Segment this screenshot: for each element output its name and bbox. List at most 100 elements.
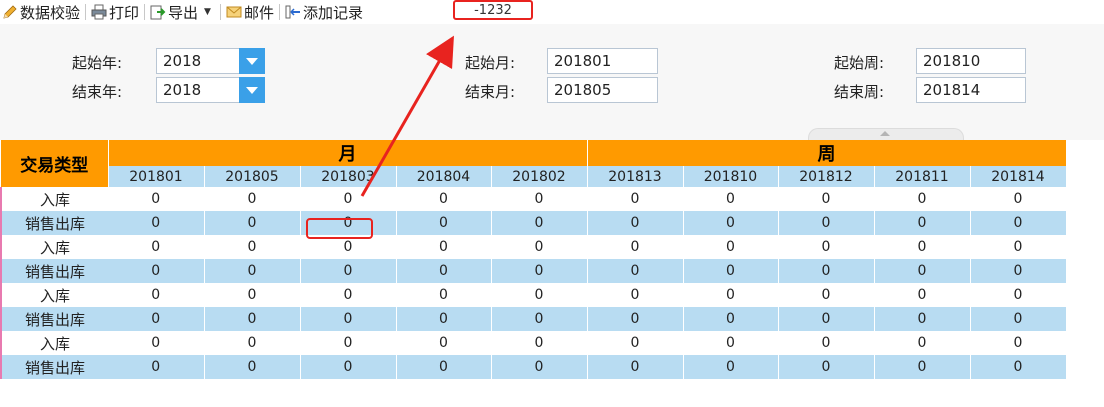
table-cell[interactable]: 0: [970, 211, 1067, 235]
table-cell[interactable]: 0: [683, 331, 779, 355]
start-month-label: 起始月:: [465, 54, 516, 72]
column-header: 201801: [108, 166, 205, 187]
table-cell[interactable]: 0: [108, 331, 205, 355]
table-cell[interactable]: 0: [778, 355, 875, 379]
table-cell[interactable]: 0: [491, 331, 588, 355]
export-button[interactable]: 导出 ▼: [148, 1, 217, 23]
table-cell[interactable]: 0: [396, 235, 492, 259]
table-cell[interactable]: 0: [874, 187, 971, 211]
table-cell[interactable]: 0: [778, 211, 875, 235]
table-cell[interactable]: 0: [396, 307, 492, 331]
table-cell[interactable]: 0: [683, 211, 779, 235]
table-cell[interactable]: 0: [778, 331, 875, 355]
table-cell[interactable]: 0: [683, 307, 779, 331]
table-cell[interactable]: 0: [491, 235, 588, 259]
dropdown-arrow-icon[interactable]: [239, 48, 265, 74]
table-cell[interactable]: 0: [108, 211, 205, 235]
table-cell[interactable]: 0: [396, 211, 492, 235]
table-cell[interactable]: 0: [396, 331, 492, 355]
table-cell[interactable]: 0: [300, 355, 397, 379]
table-cell[interactable]: 0: [778, 187, 875, 211]
table-cell[interactable]: 0: [108, 235, 205, 259]
table-cell[interactable]: 0: [204, 283, 301, 307]
end-month-input[interactable]: 201805: [547, 77, 658, 103]
chevron-down-icon[interactable]: ▼: [204, 7, 211, 17]
table-cell[interactable]: 0: [491, 307, 588, 331]
table-cell[interactable]: 0: [108, 307, 205, 331]
table-cell[interactable]: 0: [874, 283, 971, 307]
table-cell[interactable]: 0: [874, 211, 971, 235]
table-cell[interactable]: 0: [491, 211, 588, 235]
table-cell[interactable]: 0: [396, 259, 492, 283]
table-cell[interactable]: 0: [683, 259, 779, 283]
table-cell[interactable]: 0: [587, 187, 684, 211]
table-cell[interactable]: 0: [970, 259, 1067, 283]
table-cell[interactable]: 0: [874, 355, 971, 379]
table-cell[interactable]: 0: [874, 259, 971, 283]
table-cell[interactable]: 0: [778, 307, 875, 331]
table-cell[interactable]: 0: [778, 259, 875, 283]
table-cell[interactable]: 0: [204, 307, 301, 331]
table-cell[interactable]: 0: [108, 187, 205, 211]
table-cell[interactable]: 0: [204, 187, 301, 211]
table-cell[interactable]: 0: [108, 259, 205, 283]
table-cell[interactable]: 0: [108, 355, 205, 379]
table-cell[interactable]: 0: [396, 355, 492, 379]
table-cell[interactable]: 0: [300, 307, 397, 331]
table-cell[interactable]: 0: [204, 211, 301, 235]
validate-button[interactable]: 数据校验: [0, 1, 82, 23]
table-cell[interactable]: 0: [300, 331, 397, 355]
table-cell[interactable]: 0: [970, 307, 1067, 331]
table-cell[interactable]: 0: [874, 307, 971, 331]
add-record-button[interactable]: 添加记录: [283, 1, 365, 23]
table-cell[interactable]: 0: [396, 283, 492, 307]
table-cell[interactable]: 0: [683, 235, 779, 259]
row-label: 销售出库: [0, 307, 108, 331]
table-cell[interactable]: 0: [778, 235, 875, 259]
table-cell[interactable]: 0: [491, 259, 588, 283]
end-year-select[interactable]: 2018: [156, 77, 265, 103]
table-cell[interactable]: 0: [874, 235, 971, 259]
table-cell[interactable]: 0: [587, 331, 684, 355]
table-cell[interactable]: 0: [587, 283, 684, 307]
table-cell[interactable]: 0: [683, 283, 779, 307]
table-cell[interactable]: 0: [970, 355, 1067, 379]
table-cell[interactable]: 0: [587, 235, 684, 259]
table-cell[interactable]: 0: [204, 235, 301, 259]
table-cell[interactable]: 0: [683, 355, 779, 379]
table-cell[interactable]: 0: [970, 235, 1067, 259]
start-month-input[interactable]: 201801: [547, 48, 658, 74]
printer-icon: [91, 4, 107, 20]
table-cell[interactable]: 0: [204, 331, 301, 355]
table-cell[interactable]: 0: [300, 283, 397, 307]
table-cell[interactable]: 0: [396, 187, 492, 211]
end-week-input[interactable]: 201814: [916, 77, 1026, 103]
table-cell[interactable]: 0: [587, 307, 684, 331]
row-label: 销售出库: [0, 211, 108, 235]
table-cell[interactable]: 0: [970, 283, 1067, 307]
table-cell[interactable]: 0: [108, 283, 205, 307]
table-cell[interactable]: 0: [778, 283, 875, 307]
print-button[interactable]: 打印: [89, 1, 141, 23]
table-cell[interactable]: 0: [204, 259, 301, 283]
table-cell[interactable]: 0: [587, 355, 684, 379]
table-cell[interactable]: 0: [300, 259, 397, 283]
table-cell[interactable]: 0: [204, 355, 301, 379]
week-group-header: 周: [587, 140, 1067, 166]
table-cell[interactable]: 0: [587, 211, 684, 235]
start-year-select[interactable]: 2018: [156, 48, 265, 74]
start-week-input[interactable]: 201810: [916, 48, 1026, 74]
dropdown-arrow-icon[interactable]: [239, 77, 265, 103]
table-cell[interactable]: 0: [587, 259, 684, 283]
table-cell[interactable]: 0: [970, 331, 1067, 355]
table-cell[interactable]: 0: [683, 187, 779, 211]
month-group-header: 月: [108, 140, 588, 166]
column-header: 201803: [300, 166, 397, 187]
table-cell[interactable]: 0: [300, 187, 397, 211]
email-button[interactable]: 邮件: [224, 1, 276, 23]
table-cell[interactable]: 0: [970, 187, 1067, 211]
table-cell[interactable]: 0: [874, 331, 971, 355]
table-cell[interactable]: 0: [491, 355, 588, 379]
table-cell[interactable]: 0: [491, 283, 588, 307]
table-cell[interactable]: 0: [491, 187, 588, 211]
